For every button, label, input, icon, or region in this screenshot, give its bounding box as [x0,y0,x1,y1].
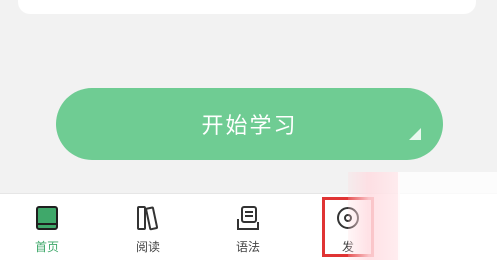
start-learning-button[interactable]: 开始学习 [56,88,443,160]
document-icon [237,206,259,230]
highlight-box [322,197,374,257]
book-icon [36,206,58,230]
tab-reading[interactable]: 阅读 [118,204,178,256]
tab-home[interactable]: 首页 [17,204,77,256]
tab-grammar-label: 语法 [235,240,260,254]
books-icon [137,206,159,231]
tab-grammar[interactable]: 语法 [218,204,278,256]
bottom-tab-bar: 首页 阅读 语法 发 [0,193,497,261]
tab-reading-label: 阅读 [135,240,160,254]
corner-triangle-icon [409,128,421,140]
start-learning-label: 开始学习 [201,114,298,139]
tab-home-label: 首页 [34,240,59,254]
top-card [18,0,476,14]
